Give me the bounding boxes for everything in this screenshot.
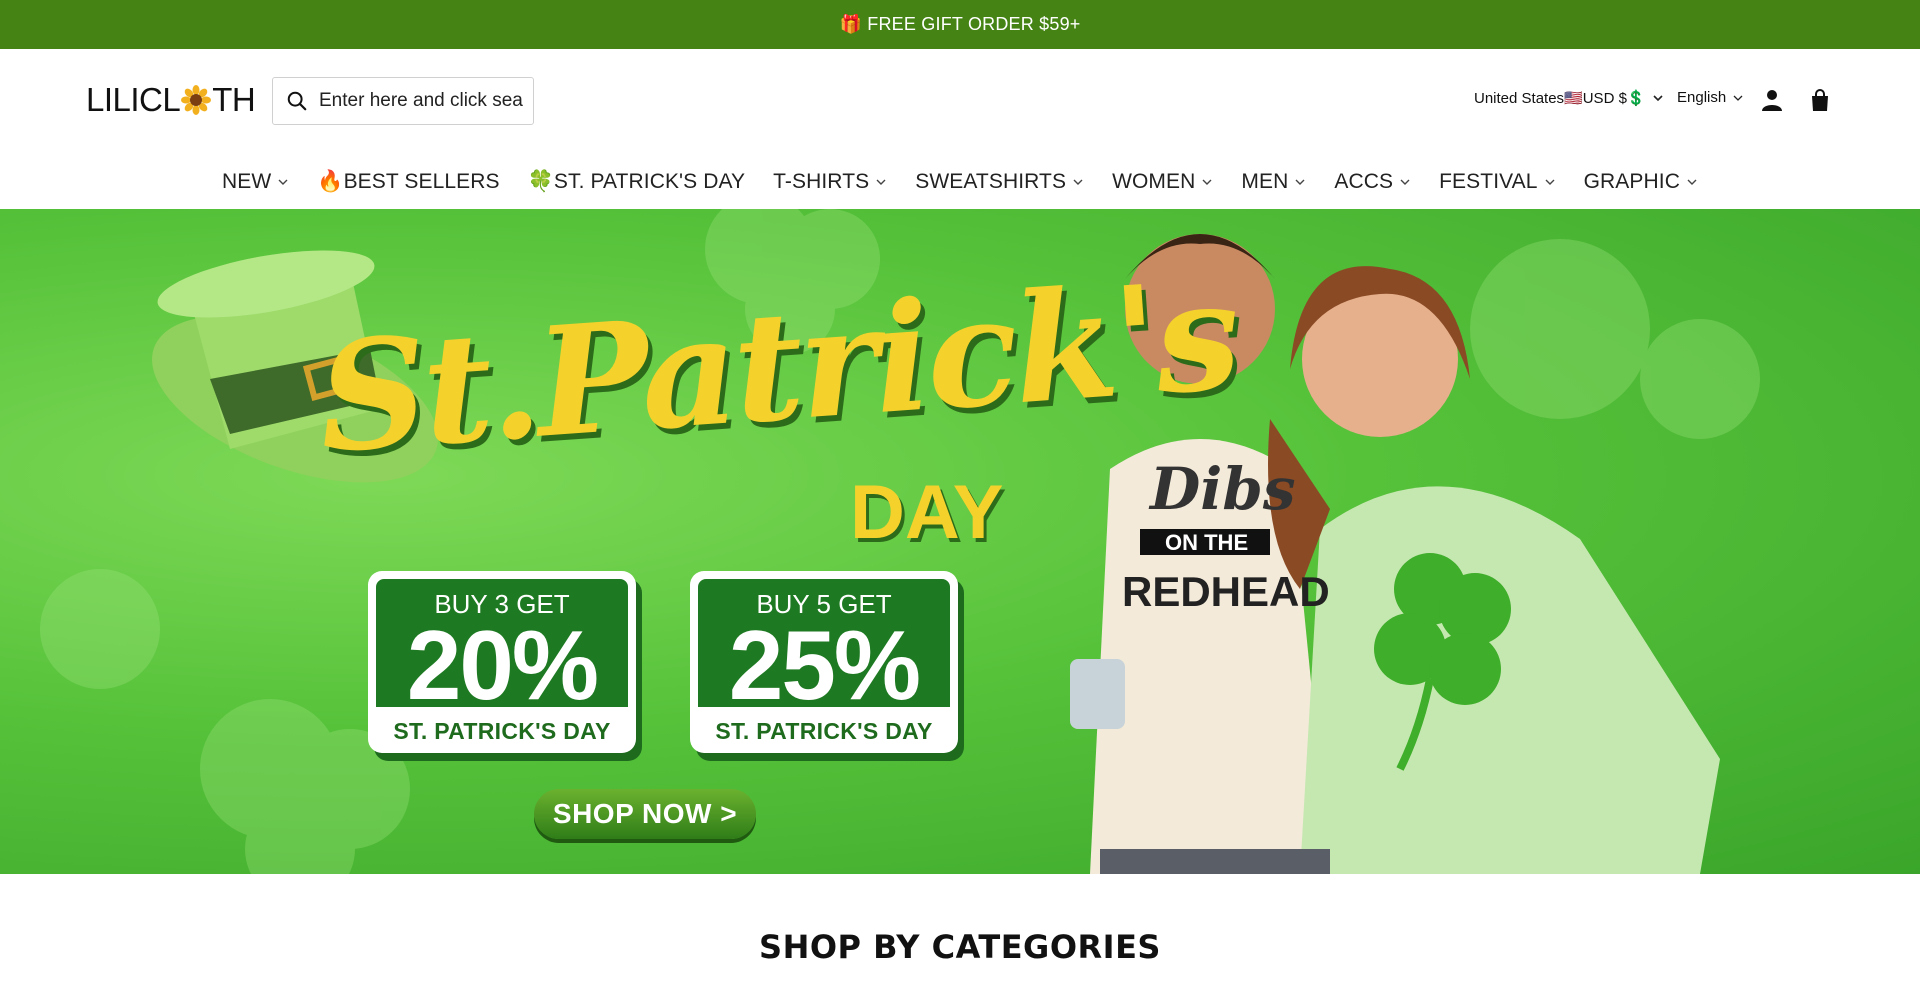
- announcement-text[interactable]: 🎁 FREE GIFT ORDER $59+: [839, 14, 1080, 35]
- nav-item-0[interactable]: NEW: [222, 170, 289, 194]
- promo-card-buy5[interactable]: BUY 5 GET 25% ST. PATRICK'S DAY: [690, 571, 958, 753]
- nav-item-label: WOMEN: [1112, 170, 1196, 193]
- nav-item-label: GRAPHIC: [1583, 170, 1680, 193]
- nav-item-9[interactable]: GRAPHIC: [1584, 170, 1698, 194]
- nav-item-label: 🍀ST. PATRICK'S DAY: [527, 170, 746, 193]
- search-box[interactable]: [272, 77, 534, 125]
- promo-footer: ST. PATRICK'S DAY: [393, 718, 611, 744]
- sunflower-icon: [181, 85, 212, 115]
- site-logo[interactable]: LILICL TH: [86, 81, 256, 119]
- chevron-down-icon: [1545, 179, 1555, 185]
- promo-card-buy3[interactable]: BUY 3 GET 20% ST. PATRICK'S DAY: [368, 571, 636, 753]
- shop-now-button[interactable]: SHOP NOW >: [534, 789, 756, 839]
- promo-percent: 20%: [406, 610, 599, 720]
- chevron-down-icon: [1653, 95, 1663, 102]
- currency-selector[interactable]: United States🇺🇸USD $💲: [1474, 89, 1664, 107]
- logo-text-left: LILICL: [86, 81, 181, 118]
- svg-text:ON THE: ON THE: [1165, 530, 1248, 555]
- promo-card-inner: BUY 3 GET 20%: [376, 579, 628, 715]
- main-nav: NEW 🔥BEST SELLERS 🍀ST. PATRICK'S DAY T-SHIR…: [0, 162, 1920, 202]
- chevron-down-icon: [1073, 179, 1083, 185]
- hero-banner[interactable]: Dibs ON THE REDHEAD St.Patrick's DAY BUY…: [0, 209, 1920, 874]
- nav-item-label: NEW: [222, 170, 272, 193]
- nav-item-4[interactable]: SWEATSHIRTS: [915, 170, 1084, 194]
- nav-item-6[interactable]: MEN: [1241, 170, 1306, 194]
- nav-item-label: 🔥BEST SELLERS: [317, 170, 500, 193]
- chevron-down-icon: [1202, 179, 1212, 185]
- chevron-down-icon: [278, 179, 288, 185]
- nav-item-1[interactable]: 🔥BEST SELLERS: [317, 170, 499, 194]
- svg-text:REDHEAD: REDHEAD: [1122, 568, 1330, 615]
- account-icon[interactable]: [1759, 87, 1785, 113]
- logo-text-right: TH: [212, 81, 256, 118]
- search-input[interactable]: [319, 90, 524, 112]
- announcement-bar[interactable]: 🎁 FREE GIFT ORDER $59+: [0, 0, 1920, 49]
- language-selector[interactable]: English: [1677, 89, 1744, 106]
- chevron-down-icon: [1733, 95, 1743, 101]
- promo-card-inner: BUY 5 GET 25%: [698, 579, 950, 715]
- chevron-down-icon: [1687, 179, 1697, 185]
- svg-text:Dibs: Dibs: [1148, 455, 1296, 523]
- cart-icon[interactable]: [1807, 87, 1833, 113]
- nav-item-8[interactable]: FESTIVAL: [1439, 170, 1555, 194]
- currency-label: United States🇺🇸USD $💲: [1474, 90, 1646, 107]
- chevron-down-icon: [1400, 179, 1410, 185]
- nav-item-label: FESTIVAL: [1439, 170, 1538, 193]
- hero-subtitle: DAY: [850, 470, 1004, 555]
- nav-item-label: MEN: [1241, 170, 1289, 193]
- nav-item-2[interactable]: 🍀ST. PATRICK'S DAY: [528, 170, 746, 194]
- search-icon[interactable]: [286, 90, 308, 112]
- section-title: SHOP BY CATEGORIES: [759, 928, 1161, 966]
- nav-item-3[interactable]: T-SHIRTS: [773, 170, 887, 194]
- promo-percent: 25%: [728, 610, 921, 720]
- site-header: LILICL TH Enter here and click search Un…: [0, 49, 1920, 209]
- nav-item-label: ACCS: [1334, 170, 1394, 193]
- nav-item-label: T-SHIRTS: [773, 170, 870, 193]
- nav-item-5[interactable]: WOMEN: [1112, 170, 1213, 194]
- promo-footer: ST. PATRICK'S DAY: [715, 718, 933, 744]
- chevron-down-icon: [1295, 179, 1305, 185]
- language-label: English: [1677, 89, 1727, 106]
- nav-item-label: SWEATSHIRTS: [915, 170, 1067, 193]
- nav-item-7[interactable]: ACCS: [1334, 170, 1411, 194]
- chevron-down-icon: [876, 179, 886, 185]
